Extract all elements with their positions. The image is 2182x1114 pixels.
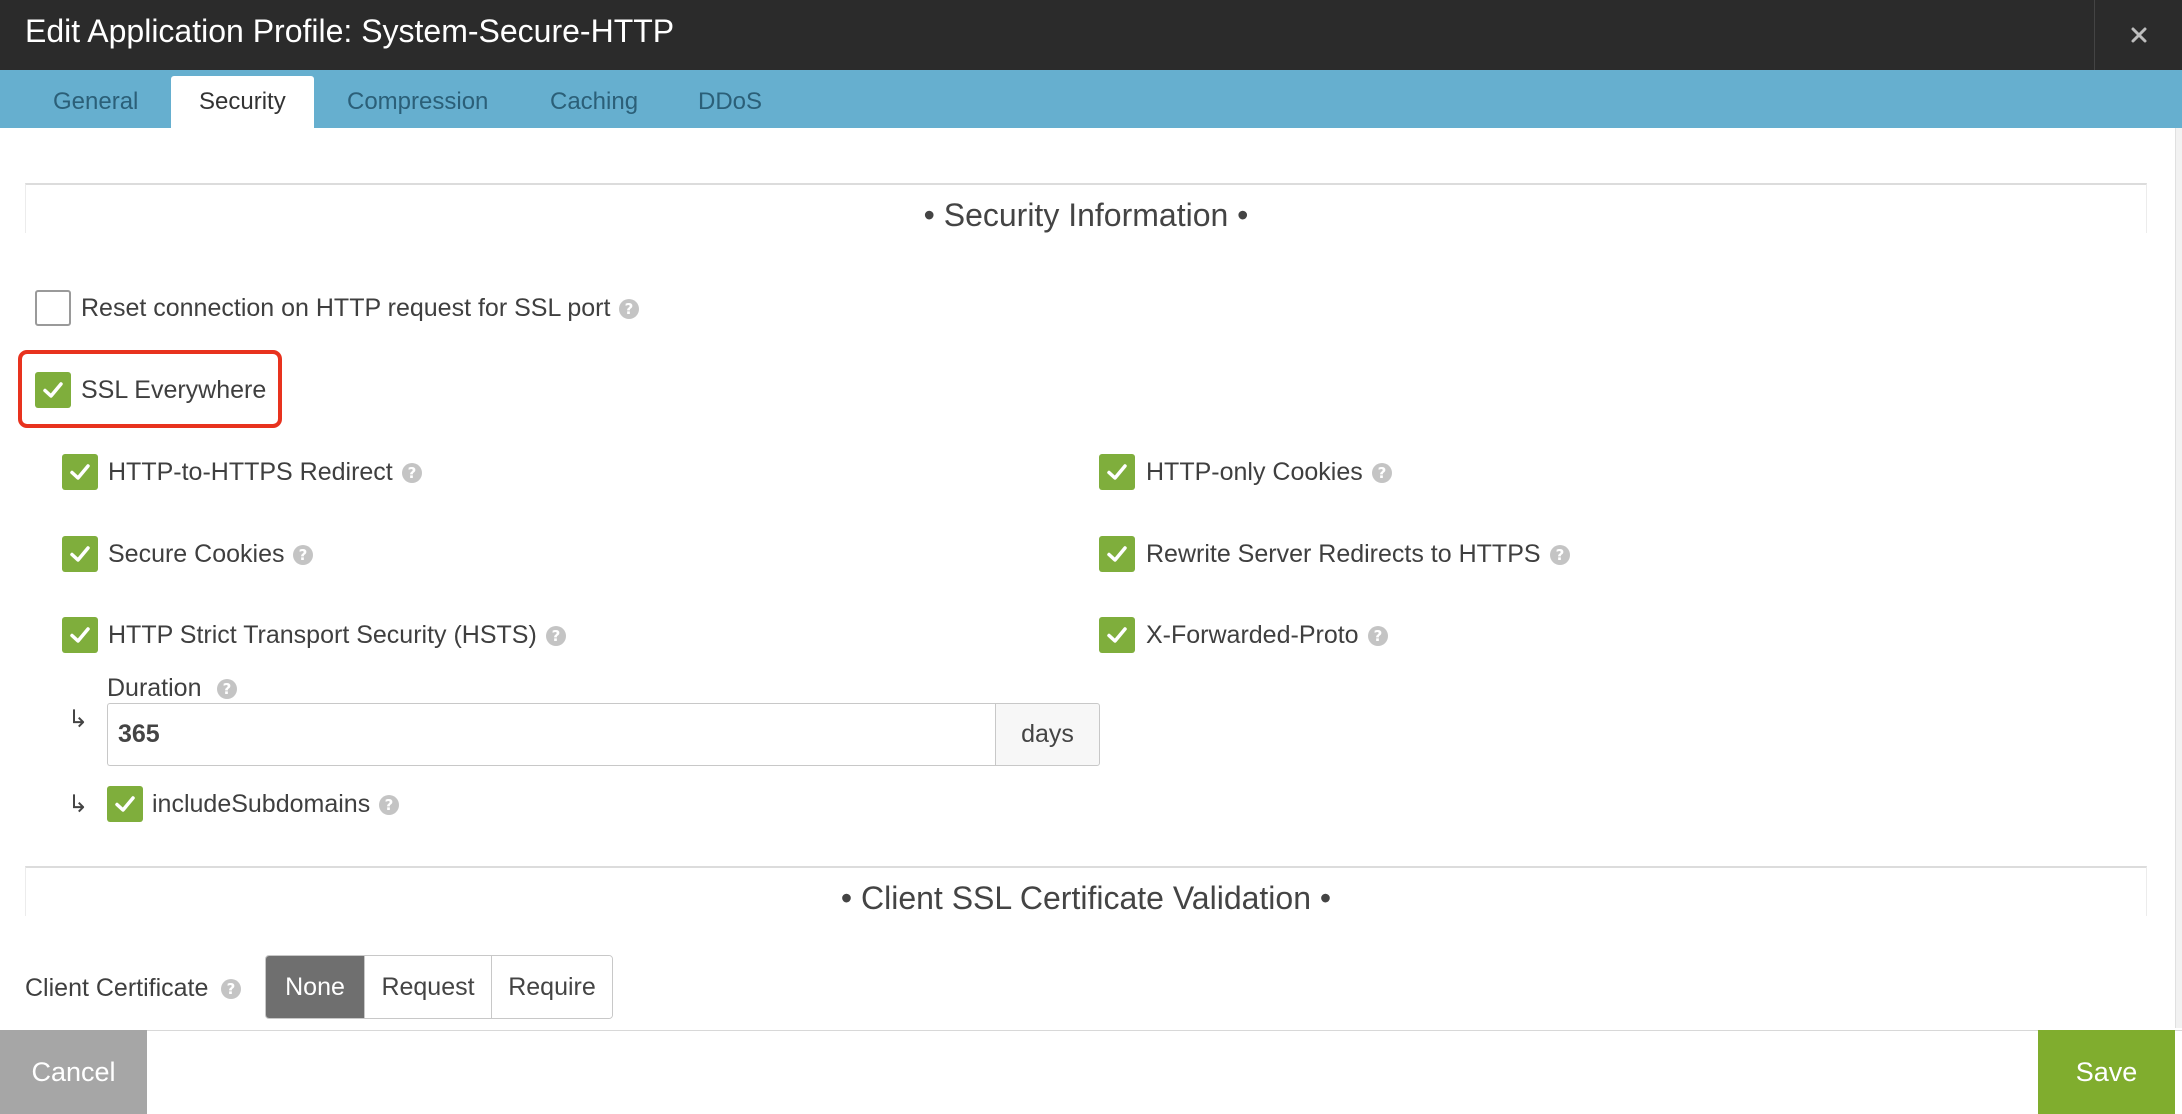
close-icon: [2131, 27, 2146, 43]
svg-text:?: ?: [227, 980, 236, 998]
tab-general[interactable]: General: [25, 76, 166, 128]
include-subdomains-checkbox[interactable]: [107, 786, 143, 822]
help-icon[interactable]: ?: [292, 544, 314, 566]
svg-text:?: ?: [625, 300, 634, 318]
client-certificate-selector: None Request Require: [265, 955, 613, 1019]
svg-text:?: ?: [407, 464, 416, 482]
section-title: • Security Information •: [923, 197, 1249, 233]
help-icon[interactable]: ?: [1549, 544, 1571, 566]
modal-footer: [0, 1030, 2182, 1114]
svg-text:?: ?: [385, 796, 394, 814]
ssl-everywhere-checkbox[interactable]: [35, 372, 71, 408]
checkmark-icon: [1107, 464, 1127, 480]
close-button[interactable]: [2094, 0, 2182, 70]
svg-text:?: ?: [551, 627, 560, 645]
hsts-checkbox[interactable]: [62, 617, 98, 653]
checkmark-icon: [70, 464, 90, 480]
tab-bar: General Security Compression Caching DDo…: [0, 70, 2182, 128]
rewrite-server-redirects-checkbox[interactable]: [1099, 536, 1135, 572]
svg-text:?: ?: [1555, 546, 1564, 564]
client-cert-option-none[interactable]: None: [266, 956, 364, 1018]
ssl-everywhere-label: SSL Everywhere: [81, 376, 267, 404]
section-title: • Client SSL Certificate Validation •: [840, 880, 1332, 916]
client-ssl-validation-header: • Client SSL Certificate Validation •: [25, 866, 2147, 916]
checkmark-icon: [1107, 546, 1127, 562]
http-to-https-redirect-checkbox[interactable]: [62, 454, 98, 490]
http-only-cookies-checkbox[interactable]: [1099, 454, 1135, 490]
svg-text:?: ?: [222, 680, 231, 698]
scrollbar-track[interactable]: [2175, 128, 2182, 1028]
svg-text:?: ?: [1377, 464, 1386, 482]
duration-label: Duration?: [107, 670, 238, 706]
rewrite-server-redirects-label: Rewrite Server Redirects to HTTPS?: [1146, 536, 1571, 572]
duration-unit: days: [995, 703, 1100, 766]
duration-input[interactable]: 365: [107, 703, 995, 766]
help-icon[interactable]: ?: [545, 625, 567, 647]
secure-cookies-label: Secure Cookies?: [108, 536, 314, 572]
modal-title-bar: Edit Application Profile: System-Secure-…: [0, 0, 2182, 70]
save-button[interactable]: Save: [2038, 1030, 2175, 1114]
tab-security[interactable]: Security: [171, 76, 314, 128]
checkmark-icon: [1107, 627, 1127, 643]
checkmark-icon: [70, 627, 90, 643]
http-only-cookies-label: HTTP-only Cookies?: [1146, 454, 1393, 490]
checkmark-icon: [115, 796, 135, 812]
client-cert-option-request[interactable]: Request: [364, 956, 491, 1018]
tab-compression[interactable]: Compression: [319, 76, 516, 128]
modal-title: Edit Application Profile: System-Secure-…: [25, 13, 675, 49]
sub-option-arrow-icon: ↳: [68, 706, 89, 733]
hsts-label: HTTP Strict Transport Security (HSTS)?: [108, 617, 567, 653]
cancel-button[interactable]: Cancel: [0, 1030, 147, 1114]
include-subdomains-label: includeSubdomains?: [152, 786, 400, 822]
sub-option-arrow-icon: ↳: [68, 791, 89, 818]
security-information-header: • Security Information •: [25, 183, 2147, 233]
tab-caching[interactable]: Caching: [522, 76, 666, 128]
help-icon[interactable]: ?: [1367, 625, 1389, 647]
reset-connection-checkbox[interactable]: [35, 290, 71, 326]
checkmark-icon: [43, 382, 63, 398]
tab-ddos[interactable]: DDoS: [670, 76, 790, 128]
help-icon[interactable]: ?: [220, 978, 242, 1000]
client-cert-option-require[interactable]: Require: [491, 956, 612, 1018]
http-to-https-redirect-label: HTTP-to-HTTPS Redirect?: [108, 454, 423, 490]
help-icon[interactable]: ?: [1371, 462, 1393, 484]
x-forwarded-proto-checkbox[interactable]: [1099, 617, 1135, 653]
svg-text:?: ?: [299, 546, 308, 564]
help-icon[interactable]: ?: [216, 678, 238, 700]
reset-connection-label: Reset connection on HTTP request for SSL…: [81, 290, 640, 326]
help-icon[interactable]: ?: [618, 298, 640, 320]
secure-cookies-checkbox[interactable]: [62, 536, 98, 572]
help-icon[interactable]: ?: [401, 462, 423, 484]
help-icon[interactable]: ?: [378, 794, 400, 816]
checkmark-icon: [70, 546, 90, 562]
svg-text:?: ?: [1373, 627, 1382, 645]
client-certificate-label: Client Certificate?: [25, 970, 242, 1006]
x-forwarded-proto-label: X-Forwarded-Proto?: [1146, 617, 1389, 653]
